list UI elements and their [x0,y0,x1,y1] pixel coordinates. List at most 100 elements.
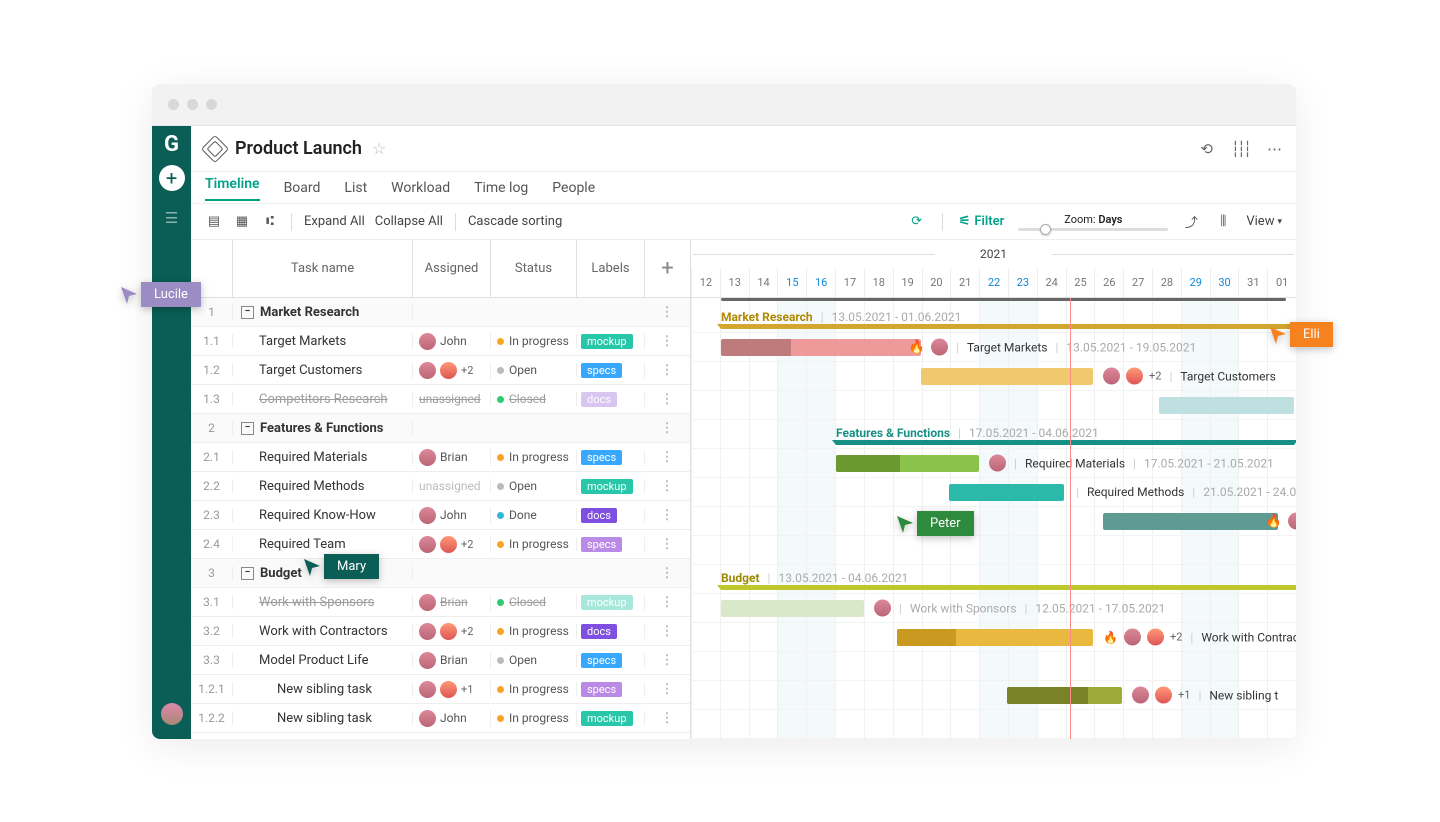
row-more-icon[interactable]: ⋮ [645,363,690,378]
collapse-toggle[interactable]: − [241,306,254,319]
status-cell[interactable]: Open [491,479,577,493]
status-cell[interactable]: In progress [491,711,577,725]
gantt-task-bar[interactable] [836,455,979,472]
task-group-row[interactable]: 3−Budget⋮ [191,559,690,588]
status-cell[interactable]: Closed [491,595,577,609]
row-more-icon[interactable]: ⋮ [645,711,690,726]
status-cell[interactable]: In progress [491,624,577,638]
columns-icon[interactable]: ⫼ [1214,214,1232,230]
status-cell[interactable]: In progress [491,537,577,551]
task-group-row[interactable]: 1−Market Research⋮ [191,298,690,327]
refresh-icon[interactable]: ⟳ [908,214,926,230]
task-row[interactable]: 1.1Target MarketsJohnIn progressmockup⋮ [191,327,690,356]
task-group-row[interactable]: 2−Features & Functions⋮ [191,414,690,443]
gantt-task-bar[interactable] [897,629,1093,646]
task-row[interactable]: 1.2.2New sibling taskJohnIn progressmock… [191,704,690,733]
gantt-task-bar[interactable] [949,484,1064,501]
star-icon[interactable]: ☆ [372,139,386,158]
hamburger-icon[interactable]: ☰ [165,209,178,227]
assignee-cell[interactable]: unassigned [413,479,491,493]
task-row[interactable]: 2.4Required Team+2In progressspecs⋮ [191,530,690,559]
task-row[interactable]: 1.3Competitors ResearchunassignedClosedd… [191,385,690,414]
assignee-cell[interactable]: John [413,507,491,524]
tab-time-log[interactable]: Time log [474,180,528,196]
gantt-task-bar[interactable] [1159,397,1294,414]
label-cell[interactable]: docs [577,508,645,523]
col-assigned[interactable]: Assigned [413,240,491,297]
row-more-icon[interactable]: ⋮ [645,334,690,349]
row-more-icon[interactable]: ⋮ [645,624,690,639]
label-cell[interactable]: mockup [577,479,645,494]
row-more-icon[interactable]: ⋮ [645,305,690,320]
gantt-task-bar[interactable] [721,600,864,617]
collapse-toggle[interactable]: − [241,422,254,435]
label-cell[interactable]: specs [577,450,645,465]
zoom-slider[interactable] [1018,228,1168,231]
collapse-all-button[interactable]: Collapse All [375,214,443,229]
user-avatar[interactable] [161,703,183,725]
row-more-icon[interactable]: ⋮ [645,450,690,465]
row-more-icon[interactable]: ⋮ [645,479,690,494]
tab-timeline[interactable]: Timeline [205,176,260,201]
status-cell[interactable]: In progress [491,450,577,464]
status-cell[interactable]: Open [491,653,577,667]
label-cell[interactable]: mockup [577,595,645,610]
row-more-icon[interactable]: ⋮ [645,566,690,581]
gantt-group-bar[interactable] [721,585,1296,590]
hierarchy-icon[interactable]: ⑆ [261,214,279,230]
assignee-cell[interactable]: +2 [413,623,491,640]
label-cell[interactable]: specs [577,682,645,697]
col-status[interactable]: Status [491,240,577,297]
row-more-icon[interactable]: ⋮ [645,682,690,697]
collapse-toggle[interactable]: − [241,567,254,580]
gantt-task-bar[interactable] [1007,687,1122,704]
more-icon[interactable]: ⋯ [1267,140,1282,158]
status-cell[interactable]: Done [491,508,577,522]
gantt-task-bar[interactable]: 🔥 [1103,513,1278,530]
label-cell[interactable]: mockup [577,334,645,349]
add-column-button[interactable]: + [645,240,690,297]
assignee-cell[interactable]: John [413,710,491,727]
row-more-icon[interactable]: ⋮ [645,392,690,407]
window-control-dot[interactable] [187,99,198,110]
row-more-icon[interactable]: ⋮ [645,508,690,523]
label-cell[interactable]: docs [577,624,645,639]
view-dropdown[interactable]: View ▾ [1246,214,1282,229]
assignee-cell[interactable]: +2 [413,536,491,553]
history-icon[interactable]: ⟲ [1200,140,1213,158]
tab-board[interactable]: Board [284,180,321,196]
zoom-control[interactable]: Zoom: Days [1018,213,1168,231]
status-cell[interactable]: In progress [491,682,577,696]
window-control-dot[interactable] [206,99,217,110]
gantt-group-bar[interactable] [721,324,1296,329]
settings-icon[interactable]: ┆┆┆ [1231,140,1249,158]
cascade-sorting-button[interactable]: Cascade sorting [468,214,562,229]
filter-button[interactable]: ⚟Filter [959,214,1005,229]
col-labels[interactable]: Labels [577,240,645,297]
gantt-task-bar[interactable] [921,368,1093,385]
assignee-cell[interactable]: +1 [413,681,491,698]
assignee-cell[interactable]: Brian [413,594,491,611]
row-more-icon[interactable]: ⋮ [645,595,690,610]
window-control-dot[interactable] [168,99,179,110]
add-button[interactable]: + [159,165,185,191]
export-icon[interactable]: ⤴ [1182,214,1200,230]
label-cell[interactable]: mockup [577,711,645,726]
task-row[interactable]: 2.3Required Know-HowJohnDonedocs⋮ [191,501,690,530]
row-more-icon[interactable]: ⋮ [645,653,690,668]
label-cell[interactable]: specs [577,363,645,378]
gantt-task-bar[interactable]: 🔥 [721,339,921,356]
task-row[interactable]: 2.1Required MaterialsBrianIn progressspe… [191,443,690,472]
tab-people[interactable]: People [552,180,595,196]
tab-workload[interactable]: Workload [391,180,450,196]
label-cell[interactable]: specs [577,653,645,668]
assignee-cell[interactable]: unassigned [413,392,491,406]
row-more-icon[interactable]: ⋮ [645,421,690,436]
col-task-name[interactable]: Task name [233,240,413,297]
expand-all-button[interactable]: Expand All [304,214,365,229]
assignee-cell[interactable]: Brian [413,652,491,669]
label-cell[interactable]: specs [577,537,645,552]
tab-list[interactable]: List [344,180,367,196]
task-row[interactable]: 1.2.1New sibling task+1In progressspecs⋮ [191,675,690,704]
assignee-cell[interactable]: +2 [413,362,491,379]
